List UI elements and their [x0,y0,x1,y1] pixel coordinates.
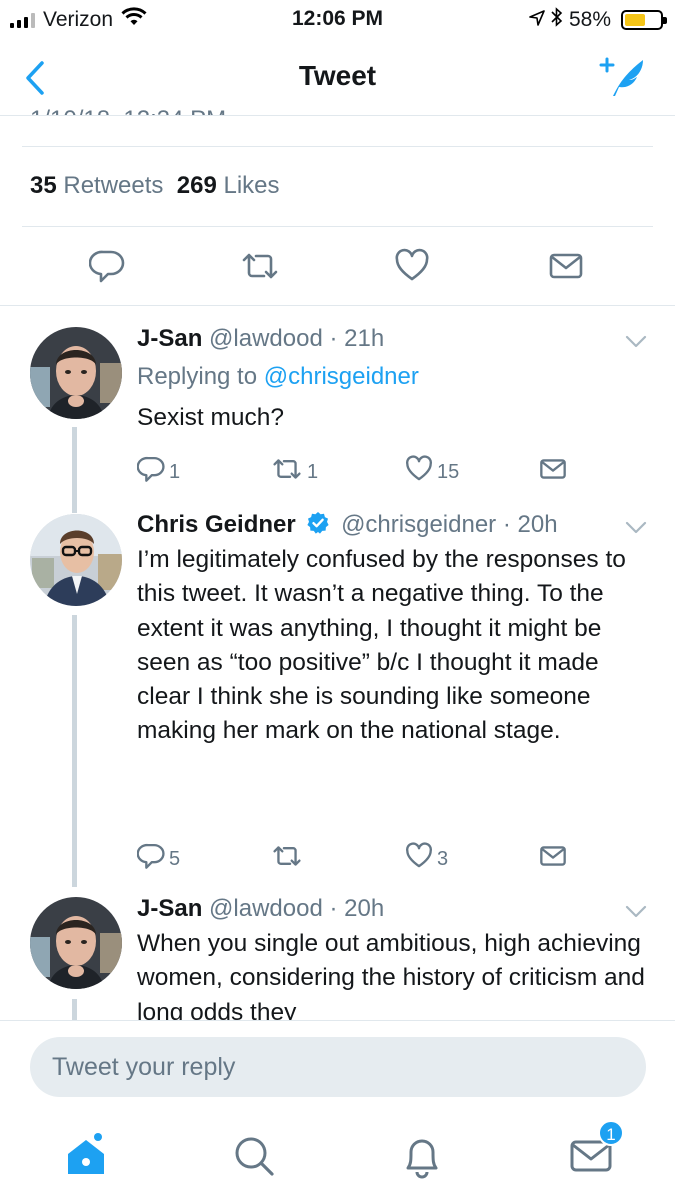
verified-badge-icon [306,511,330,542]
retweet-icon[interactable] [240,248,280,289]
reply-icon[interactable] [136,842,165,876]
chevron-down-icon[interactable] [625,335,647,349]
reply-action[interactable]: 1 [136,455,181,489]
avatar[interactable] [30,897,122,989]
retweets-count[interactable]: 35 [30,172,57,199]
search-icon[interactable] [230,1132,278,1180]
like-count: 15 [437,460,460,483]
retweet-count: 1 [307,460,319,483]
tweet-timestamp: 1/10/18, 12:34 PM [30,106,226,115]
avatar[interactable] [30,327,122,419]
retweets-label[interactable]: Retweets [63,172,163,199]
author-handle[interactable]: @lawdood [209,895,323,922]
chevron-down-icon[interactable] [625,905,647,919]
main-tweet-actions [0,248,675,284]
reply-count: 1 [169,460,181,483]
bluetooth-icon [551,7,563,33]
reply-icon[interactable] [136,455,165,489]
messages-badge: 1 [598,1120,624,1146]
likes-count[interactable]: 269 [177,172,217,199]
retweet-action[interactable] [271,842,307,876]
author-name[interactable]: J-San [137,895,202,922]
tweet-text: Sexist much? [137,404,285,431]
battery-percent: 58% [568,8,611,31]
author-handle[interactable]: @chrisgeidner [341,511,496,538]
reply-tweet[interactable]: J-San @lawdood · 20h When you single out… [0,887,675,1020]
thread-connector [72,427,77,505]
like-icon[interactable] [405,842,433,876]
direct-message-icon[interactable] [548,248,584,289]
reply-tweet[interactable]: J-San @lawdood · 21h Replying to @chrisg… [0,305,675,505]
reply-icon[interactable] [88,248,125,289]
author-handle[interactable]: @lawdood [209,325,323,352]
retweet-icon[interactable] [271,455,303,489]
reply-action[interactable]: 5 [136,842,181,876]
replying-to: Replying to @chrisgeidner [137,363,419,391]
direct-message-icon[interactable] [539,455,567,489]
author-name[interactable]: J-San [137,325,202,352]
retweet-action[interactable]: 1 [271,455,318,489]
like-count: 3 [437,847,449,870]
reply-input[interactable] [30,1037,646,1097]
tweet-text: I’m legitimately confused by the respons… [137,546,626,745]
direct-message-icon[interactable] [539,842,567,876]
tweet-time: · 21h [329,325,385,352]
nav-bar: 1/10/18, 12:34 PM Tweet [0,40,675,116]
notifications-icon[interactable] [398,1132,446,1180]
replying-to-label: Replying to [137,363,258,390]
home-icon[interactable] [62,1132,110,1180]
tweet-actions: 5 3 [136,842,577,870]
likes-label[interactable]: Likes [223,172,279,199]
tab-bar: 1 [0,1110,675,1200]
reply-tweet[interactable]: Chris Geidner @chrisgeidner · 20h I’m le… [0,505,675,887]
tweet-stats: 35 Retweets 269 Likes [30,172,280,200]
author-name[interactable]: Chris Geidner [137,511,296,538]
direct-message-action[interactable] [539,842,567,876]
chevron-down-icon[interactable] [625,521,647,535]
retweet-icon[interactable] [271,842,303,876]
direct-message-action[interactable] [539,455,567,489]
compose-tweet-icon[interactable] [599,56,649,100]
location-icon [529,8,545,32]
tweet-time: · 20h [502,511,558,538]
thread-connector [72,615,77,887]
reply-count: 5 [169,847,181,870]
like-action[interactable]: 15 [405,455,459,489]
divider [22,146,653,147]
thread-connector [72,505,77,513]
like-icon[interactable] [394,248,430,289]
status-bar: Verizon 12:06 PM 58% [0,0,675,40]
mention-link[interactable]: @chrisgeidner [264,363,419,390]
tweet-actions: 1 1 15 [136,455,577,483]
like-action[interactable]: 3 [405,842,448,876]
tweet-text: When you single out ambitious, high achi… [137,930,645,1020]
battery-icon [621,10,667,30]
reply-composer [0,1020,675,1110]
divider [22,226,653,227]
tweet-time: · 20h [329,895,385,922]
thread-connector [72,999,77,1020]
avatar[interactable] [30,514,122,606]
like-icon[interactable] [405,455,433,489]
messages-icon[interactable]: 1 [568,1120,624,1180]
page-title: Tweet [298,60,377,91]
